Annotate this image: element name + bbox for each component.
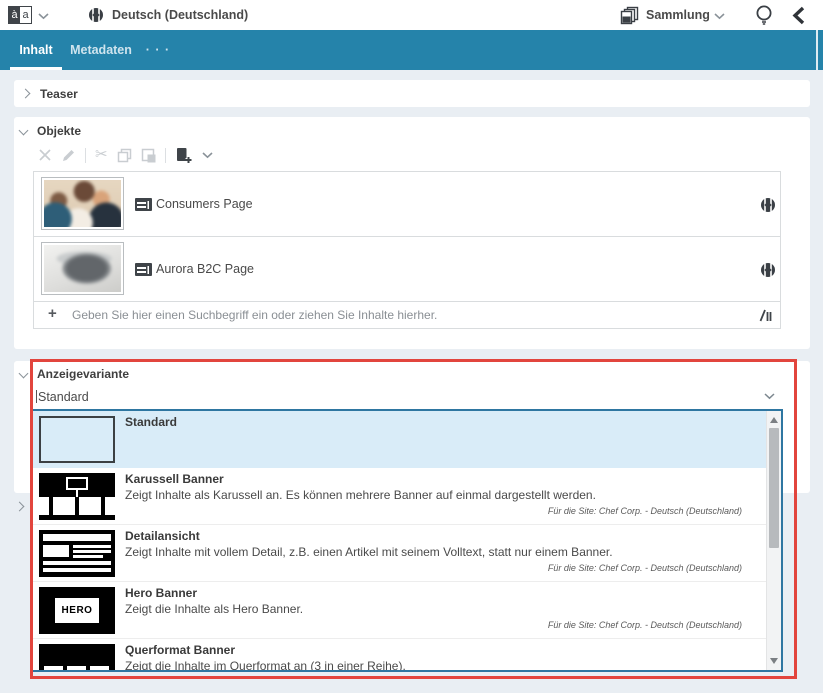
dropdown-item-site-note: Für die Site: Chef Corp. - Deutsch (Deut… [548,563,742,573]
chevron-right-icon[interactable] [21,89,31,99]
text-caret [36,390,37,403]
linklist-row[interactable]: Consumers Page [34,172,780,237]
tab-metadaten[interactable]: Metadaten [68,30,134,70]
dropdown-item-description: Zeigt Inhalte als Karussell an. Es könne… [125,488,596,502]
content-title: Consumers Page [156,172,253,237]
viewtype-standard-icon [39,416,115,463]
viewtype-querformat-icon [39,644,115,672]
section-objekte: Objekte ✂ Consumers Page [14,117,810,349]
objekte-linklist: Consumers PageAurora B2C Page + Geben Si… [33,171,781,329]
viewtype-dropdown-list: Standard Karussell Banner Zeigt Inhalte al… [31,409,783,672]
page-type-icon [135,263,152,276]
linklist-search-row[interactable]: + Geben Sie hier einen Suchbegriff ein o… [34,302,780,328]
dropdown-item-querformat[interactable]: Querformat Banner Zeigt die Inhalte im Qu… [33,639,768,672]
section-teaser: Teaser [14,80,810,107]
compare-filter-icon[interactable] [758,308,773,323]
content-thumbnail [41,177,124,230]
hero-icon-label: HERO [55,598,99,623]
section-teaser-label[interactable]: Teaser [40,87,78,101]
site-globe-icon[interactable] [760,197,776,213]
scroll-down-icon[interactable] [770,658,778,664]
viewtype-detailansicht-icon [39,530,115,577]
content-title: Aurora B2C Page [156,237,254,302]
add-content-icon[interactable] [175,147,193,164]
dropdown-item-hero[interactable]: HERO Hero Banner Zeigt die Inhalte als Her… [33,582,768,639]
tab-more[interactable]: · · · [142,30,174,70]
scroll-up-icon[interactable] [770,417,778,423]
dropdown-item-site-note: Für die Site: Chef Corp. - Deutsch (Deut… [548,620,742,630]
collapse-right-panel-icon[interactable] [791,6,807,25]
dropdown-item-standard[interactable]: Standard [33,411,768,468]
add-plus-icon[interactable]: + [48,305,57,322]
form-tabbar: Inhalt Metadaten · · · [0,30,823,70]
document-toolbar: àa Deutsch (Deutschland) Sammlung [0,0,823,30]
dropdown-item-description: Zeigt Inhalte mit vollem Detail, z.B. ei… [125,545,613,559]
chevron-down-icon[interactable] [38,13,49,20]
dropdown-item-title: Karussell Banner [125,472,224,486]
chevron-down-icon[interactable] [19,369,29,379]
locale-label: Deutsch (Deutschland) [112,0,248,30]
objekte-toolbar: ✂ [38,143,213,167]
chevron-down-icon[interactable] [714,13,725,20]
viewtype-combobox-value: Standard [38,390,89,404]
chevron-right-icon[interactable] [15,502,25,512]
dropdown-item-description: Zeigt die Inhalte als Hero Banner. [125,602,303,616]
paste-icon[interactable] [141,148,156,163]
collection-icon[interactable] [620,6,639,25]
tab-inhalt[interactable]: Inhalt [10,30,62,70]
dropdown-item-site-note: Für die Site: Chef Corp. - Deutsch (Deut… [548,506,742,516]
edit-pencil-icon[interactable] [61,148,76,163]
cut-scissors-icon[interactable]: ✂ [95,147,108,163]
delete-icon[interactable] [38,148,52,162]
combobox-trigger-chevron-icon[interactable] [764,393,775,400]
linklist-search-placeholder[interactable]: Geben Sie hier einen Suchbegriff ein ode… [72,302,437,328]
scrollbar-thumb[interactable] [769,428,779,548]
content-thumbnail [41,242,124,295]
dropdown-item-title: Standard [125,415,177,429]
chevron-down-icon[interactable] [202,152,213,159]
studio-form-window: àa Deutsch (Deutschland) Sammlung Inhalt [0,0,823,693]
copy-icon[interactable] [117,148,132,163]
compare-language-icon[interactable]: àa [8,6,32,24]
linklist-row[interactable]: Aurora B2C Page [34,237,780,302]
collection-label[interactable]: Sammlung [646,0,710,30]
dropdown-item-description: Zeigt die Inhalte im Querformat an (3 in… [125,659,406,672]
viewtype-hero-icon: HERO [39,587,115,634]
toolbar-divider [165,148,166,163]
locale-globe-icon [88,7,104,23]
site-globe-icon[interactable] [760,262,776,278]
lightbulb-icon[interactable] [753,4,775,27]
dropdown-item-title: Querformat Banner [125,643,235,657]
dropdown-item-karussell[interactable]: Karussell Banner Zeigt Inhalte als Karuss… [33,468,768,525]
toolbar-divider [85,148,86,163]
section-anzeigevariante-label[interactable]: Anzeigevariante [37,367,129,381]
dropdown-scrollbar[interactable] [766,411,781,670]
dropdown-item-detail[interactable]: Detailansicht Zeigt Inhalte mit vollem De… [33,525,768,582]
right-panel-splitter[interactable] [816,30,818,70]
viewtype-combobox[interactable]: Standard [36,390,89,404]
page-type-icon [135,198,152,211]
section-objekte-label[interactable]: Objekte [37,124,81,138]
chevron-down-icon[interactable] [19,126,29,136]
dropdown-item-title: Hero Banner [125,586,197,600]
viewtype-karussell-icon [39,473,115,520]
dropdown-item-title: Detailansicht [125,529,200,543]
